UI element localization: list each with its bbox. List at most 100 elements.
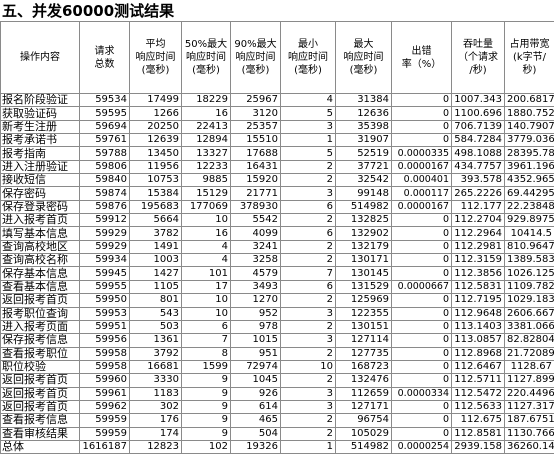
value-cell: 6: [281, 227, 336, 240]
column-header-line: (毫秒): [192, 65, 220, 76]
table-row: 进入报考首页59912566410554221328250112.2704929…: [1, 214, 554, 227]
column-header-line: 总数: [95, 59, 115, 70]
value-cell: 3: [281, 307, 336, 320]
value-cell: 0.0000167: [392, 200, 452, 213]
results-table: 操作内容请求总数平均响应时间(毫秒)50%最大响应时间(毫秒)90%最大响应时间…: [0, 21, 554, 454]
value-cell: 498.1088: [452, 147, 505, 160]
operation-cell: 返回报考首页: [1, 294, 80, 307]
value-cell: 1130.766: [505, 427, 554, 440]
column-header-line: 最大: [354, 39, 374, 50]
value-cell: 5: [281, 147, 336, 160]
value-cell: 1183: [130, 387, 182, 400]
value-cell: 52519: [336, 147, 392, 160]
value-cell: 11956: [130, 160, 182, 173]
value-cell: 99148: [336, 187, 392, 200]
column-header: 操作内容: [1, 22, 80, 94]
value-cell: 18229: [182, 94, 231, 107]
value-cell: 112.5831: [452, 280, 505, 293]
value-cell: 0.0000254: [392, 440, 452, 453]
value-cell: 112.2964: [452, 227, 505, 240]
value-cell: 122355: [336, 307, 392, 320]
operation-cell: 保存登录密码: [1, 200, 80, 213]
operation-cell: 查看报考职位: [1, 347, 80, 360]
value-cell: 21.72089: [505, 347, 554, 360]
value-cell: 36260.14: [505, 440, 554, 453]
value-cell: 3: [281, 334, 336, 347]
operation-cell: 查看基本信息: [1, 280, 80, 293]
table-row: 报名阶段验证5953417499182292596743138401007.34…: [1, 94, 554, 107]
value-cell: 113.1403: [452, 320, 505, 333]
value-cell: 9: [182, 400, 231, 413]
value-cell: 16681: [130, 360, 182, 373]
value-cell: 16: [182, 227, 231, 240]
value-cell: 1003: [130, 254, 182, 267]
value-cell: 10: [281, 360, 336, 373]
value-cell: 59958: [80, 360, 130, 373]
operation-cell: 新考生注册: [1, 120, 80, 133]
value-cell: 69.44295: [505, 187, 554, 200]
value-cell: 9: [182, 387, 231, 400]
column-header-line: (毫秒): [350, 65, 378, 76]
value-cell: 378930: [231, 200, 281, 213]
value-cell: 302: [130, 400, 182, 413]
value-cell: 0.0000335: [392, 147, 452, 160]
value-cell: 6: [281, 200, 336, 213]
value-cell: 59960: [80, 374, 130, 387]
value-cell: 2939.158: [452, 440, 505, 453]
value-cell: 25967: [231, 94, 281, 107]
value-cell: 15920: [231, 174, 281, 187]
value-cell: 2: [281, 240, 336, 253]
operation-cell: 查看报考信息: [1, 414, 80, 427]
table-row: 总体1616187128231021932615149820.000025429…: [1, 440, 554, 453]
value-cell: 0: [392, 414, 452, 427]
value-cell: 3779.036: [505, 134, 554, 147]
operation-cell: 查看审核结果: [1, 427, 80, 440]
operation-cell: 返回报考首页: [1, 387, 80, 400]
value-cell: 1015: [231, 334, 281, 347]
value-cell: 7: [182, 334, 231, 347]
value-cell: 59929: [80, 227, 130, 240]
value-cell: 465: [231, 414, 281, 427]
value-cell: 8: [182, 347, 231, 360]
value-cell: 1599: [182, 360, 231, 373]
value-cell: 4: [182, 254, 231, 267]
value-cell: 174: [130, 427, 182, 440]
value-cell: 2: [281, 160, 336, 173]
value-cell: 59788: [80, 147, 130, 160]
value-cell: 59840: [80, 174, 130, 187]
value-cell: 17: [182, 280, 231, 293]
value-cell: 1109.782: [505, 280, 554, 293]
value-cell: 3: [281, 400, 336, 413]
value-cell: 12233: [182, 160, 231, 173]
value-cell: 20250: [130, 120, 182, 133]
value-cell: 0: [392, 134, 452, 147]
value-cell: 810.9647: [505, 240, 554, 253]
column-header-line: 操作内容: [20, 52, 60, 63]
value-cell: 3: [281, 187, 336, 200]
value-cell: 265.2226: [452, 187, 505, 200]
value-cell: 195683: [130, 200, 182, 213]
operation-cell: 报考指南: [1, 147, 80, 160]
column-header-line: （个请求: [458, 52, 498, 63]
value-cell: 0: [392, 107, 452, 120]
value-cell: 112.9648: [452, 307, 505, 320]
table-row: 保存密码598741538415129217713991480.00011726…: [1, 187, 554, 200]
value-cell: 1127.317: [505, 400, 554, 413]
value-cell: 15384: [130, 187, 182, 200]
value-cell: 4: [182, 240, 231, 253]
operation-cell: 进入报考首页: [1, 214, 80, 227]
value-cell: 12639: [130, 134, 182, 147]
value-cell: 12636: [336, 107, 392, 120]
value-cell: 21771: [231, 187, 281, 200]
value-cell: 3120: [231, 107, 281, 120]
value-cell: 0: [392, 334, 452, 347]
value-cell: 0: [392, 307, 452, 320]
operation-cell: 总体: [1, 440, 80, 453]
value-cell: 3381.066: [505, 320, 554, 333]
value-cell: 168723: [336, 360, 392, 373]
value-cell: 926: [231, 387, 281, 400]
column-header-line: 吞吐量: [463, 39, 493, 50]
operation-cell: 进入注册验证: [1, 160, 80, 173]
value-cell: 112.5711: [452, 374, 505, 387]
table-row: 返回报考首页5996033309104521324760112.57111127…: [1, 374, 554, 387]
